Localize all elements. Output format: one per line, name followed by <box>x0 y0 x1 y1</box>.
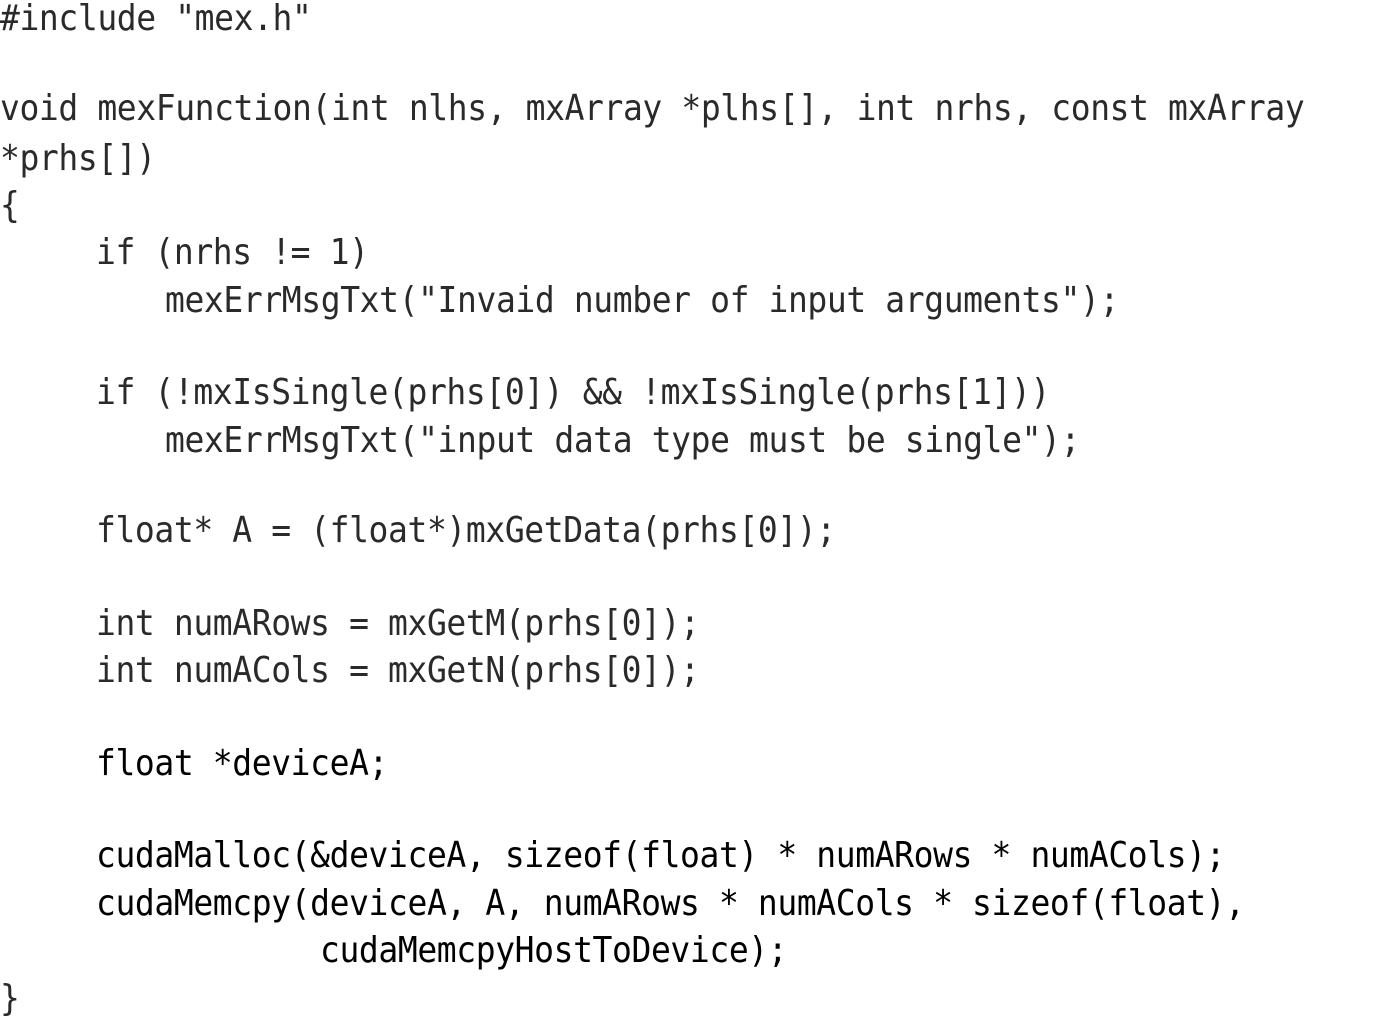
code-listing: #include "mex.h" void mexFunction(int nl… <box>0 0 1379 1019</box>
code-line-num-rows: int numARows = mxGetM(prhs[0]); <box>96 601 700 644</box>
code-line-get-data: float* A = (float*)mxGetData(prhs[0]); <box>96 508 836 551</box>
code-line-open-brace: { <box>0 183 20 226</box>
code-line-cuda-memcpy: cudaMemcpy(deviceA, A, numARows * numACo… <box>96 881 1245 924</box>
code-line-function-signature: void mexFunction(int nlhs, mxArray *plhs… <box>0 86 1305 129</box>
code-line-if-single: if (!mxIsSingle(prhs[0]) && !mxIsSingle(… <box>96 370 1050 413</box>
code-line-num-cols: int numACols = mxGetN(prhs[0]); <box>96 648 700 691</box>
code-line-cuda-malloc: cudaMalloc(&deviceA, sizeof(float) * num… <box>96 833 1226 876</box>
code-line-function-signature-cont: *prhs[]) <box>0 136 156 179</box>
code-line-error-args: mexErrMsgTxt("Invaid number of input arg… <box>165 278 1119 321</box>
code-line-error-type: mexErrMsgTxt("input data type must be si… <box>165 418 1080 461</box>
code-line-if-nrhs: if (nrhs != 1) <box>96 230 369 273</box>
code-line-include: #include "mex.h" <box>0 0 312 39</box>
code-line-close-brace: } <box>0 976 20 1019</box>
code-line-device-decl: float *deviceA; <box>96 741 389 784</box>
code-line-cuda-memcpy-cont: cudaMemcpyHostToDevice); <box>320 928 788 971</box>
